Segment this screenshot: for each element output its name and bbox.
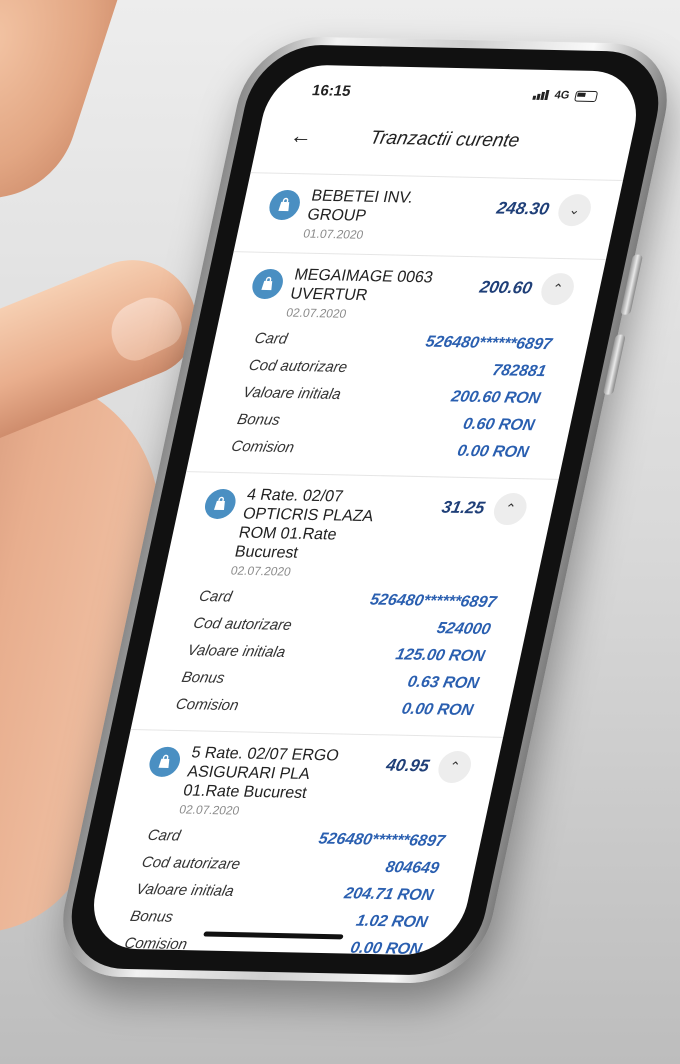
app-header: ← Tranzactii curente <box>254 116 635 164</box>
detail-value: 0.00 RON <box>348 939 424 956</box>
merchant-name: 4 Rate. 02/07 OPTICRIS PLAZA ROM 01.Rate… <box>233 486 375 562</box>
detail-label: Cod autorizare <box>247 356 349 377</box>
detail-label: Comision <box>174 695 241 715</box>
transaction-amount: 248.30 <box>495 198 551 219</box>
chevron-up-icon[interactable]: ⌃ <box>538 272 577 306</box>
transaction-details: Card 526480******6897 Cod autorizare 782… <box>215 325 565 467</box>
detail-value: 526480******6897 <box>317 829 447 850</box>
shopping-bag-icon <box>249 268 286 300</box>
transaction-date: 02.07.2020 <box>284 305 348 321</box>
detail-label: Card <box>253 329 290 348</box>
shopping-bag-icon <box>266 189 303 221</box>
detail-value: 204.71 RON <box>342 884 435 904</box>
detail-label: Bonus <box>180 668 227 687</box>
detail-label: Bonus <box>235 410 282 429</box>
detail-value: 0.63 RON <box>406 673 481 692</box>
chevron-down-icon[interactable]: ⌄ <box>555 193 594 227</box>
transaction-header[interactable]: MEGAIMAGE 0063 UVERTUR 02.07.2020 200.60… <box>245 265 577 326</box>
detail-commission: Comision 0.00 RON <box>159 691 485 725</box>
transaction-amount: 40.95 <box>384 755 431 776</box>
detail-value: 782881 <box>490 361 548 380</box>
detail-label: Comision <box>229 437 296 457</box>
transaction-amount: 200.60 <box>477 277 534 298</box>
detail-value: 1.02 RON <box>354 912 430 931</box>
detail-value: 526480******6897 <box>368 590 499 611</box>
merchant-block: 4 Rate. 02/07 OPTICRIS PLAZA ROM 01.Rate… <box>229 485 410 580</box>
shopping-bag-icon <box>146 746 183 778</box>
transaction-date: 02.07.2020 <box>177 802 241 818</box>
detail-label: Valoare initiala <box>134 880 236 900</box>
detail-value: 526480******6897 <box>424 333 554 353</box>
detail-label: Valoare initiala <box>241 383 343 403</box>
detail-label: Card <box>146 826 183 845</box>
transaction-header[interactable]: 4 Rate. 02/07 OPTICRIS PLAZA ROM 01.Rate… <box>190 485 530 584</box>
transaction-row[interactable]: MEGAIMAGE 0063 UVERTUR 02.07.2020 200.60… <box>186 251 607 479</box>
merchant-name: 5 Rate. 02/07 ERGO ASIGURARI PLA 01.Rate… <box>181 744 341 802</box>
transaction-row[interactable]: 5 Rate. 02/07 ERGO ASIGURARI PLA 01.Rate… <box>83 729 504 956</box>
detail-label: Comision <box>122 934 189 954</box>
detail-value: 0.00 RON <box>400 700 475 719</box>
transaction-date: 01.07.2020 <box>301 226 365 242</box>
hand-fingers <box>0 0 126 222</box>
detail-commission: Comision 0.00 RON <box>215 433 541 467</box>
detail-value: 0.00 RON <box>455 442 531 461</box>
detail-value: 804649 <box>383 858 441 877</box>
detail-value: 0.60 RON <box>461 415 537 434</box>
transaction-header[interactable]: BEBETEI INV. GROUP 01.07.2020 248.30 ⌄ <box>262 186 594 247</box>
transaction-row[interactable]: 4 Rate. 02/07 OPTICRIS PLAZA ROM 01.Rate… <box>130 471 559 737</box>
detail-label: Card <box>197 587 234 606</box>
shopping-bag-icon <box>202 488 239 520</box>
status-bar: 16:15 4G <box>265 74 644 112</box>
transaction-amount: 31.25 <box>440 497 487 518</box>
chevron-up-icon[interactable]: ⌃ <box>435 750 475 784</box>
transaction-row[interactable]: BEBETEI INV. GROUP 01.07.2020 248.30 ⌄ <box>233 172 624 259</box>
transaction-date: 02.07.2020 <box>229 563 293 579</box>
chevron-up-icon[interactable]: ⌃ <box>490 492 530 526</box>
merchant-name: BEBETEI INV. GROUP <box>305 187 415 225</box>
detail-label: Valoare initiala <box>185 641 287 661</box>
merchant-block: BEBETEI INV. GROUP 01.07.2020 <box>302 187 475 244</box>
detail-label: Bonus <box>128 907 175 926</box>
detail-value: 524000 <box>435 619 493 638</box>
detail-label: Cod autorizare <box>191 614 294 634</box>
status-icons: 4G <box>532 89 599 102</box>
status-time: 16:15 <box>310 81 353 100</box>
battery-icon <box>574 90 599 102</box>
merchant-block: MEGAIMAGE 0063 UVERTUR 02.07.2020 <box>285 266 458 323</box>
detail-value: 200.60 RON <box>449 387 542 407</box>
transaction-header[interactable]: 5 Rate. 02/07 ERGO ASIGURARI PLA 01.Rate… <box>138 743 475 823</box>
detail-value: 125.00 RON <box>394 645 487 665</box>
network-label: 4G <box>553 89 571 102</box>
detail-label: Cod autorizare <box>140 853 242 873</box>
transaction-details: Card 526480******6897 Cod autorizare 524… <box>159 583 509 725</box>
merchant-name: MEGAIMAGE 0063 UVERTUR <box>288 266 435 305</box>
phone-screen: 16:15 4G ← Tranzactii curente BEBETEI IN… <box>83 64 647 956</box>
merchant-block: 5 Rate. 02/07 ERGO ASIGURARI PLA 01.Rate… <box>178 743 355 819</box>
signal-icon <box>532 90 550 101</box>
